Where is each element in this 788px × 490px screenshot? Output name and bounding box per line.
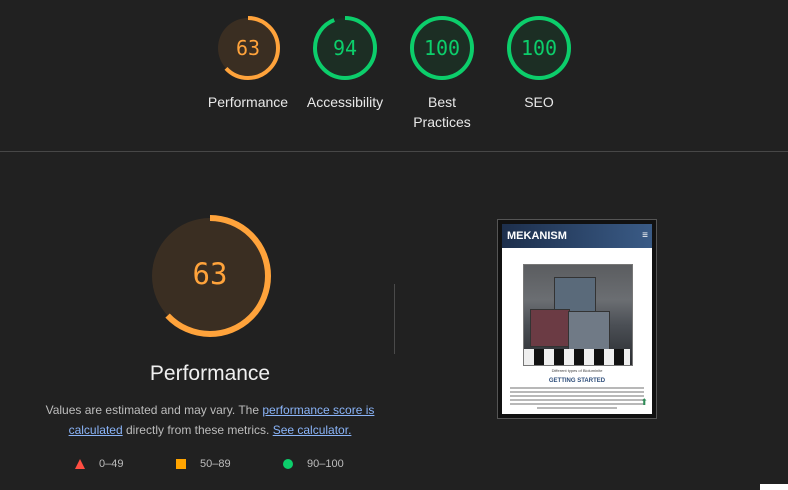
section-divider	[0, 151, 788, 152]
section-heading: GETTING STARTED	[548, 378, 606, 384]
performance-note: Values are estimated and may vary. The p…	[40, 400, 380, 440]
ore-block-icon	[530, 309, 570, 347]
see-calculator-link[interactable]: See calculator.	[273, 423, 352, 437]
note-text-middle: directly from these metrics.	[122, 423, 273, 437]
performance-title: Performance	[149, 362, 271, 385]
legend-pass: 90–100	[283, 458, 344, 470]
site-title: MEKANISM	[507, 230, 567, 242]
gauge-label: Performance	[207, 94, 289, 110]
gauge-accessibility[interactable]: 94 Accessibility	[300, 14, 390, 112]
corner-overlay	[760, 484, 788, 490]
performance-score: 63	[192, 257, 228, 291]
gauge-best-practices[interactable]: 100 Best Practices	[397, 14, 487, 132]
square-icon	[176, 459, 186, 469]
gauge-score: 94	[332, 36, 358, 60]
circle-icon	[283, 459, 293, 469]
legend-range: 0–49	[99, 458, 124, 470]
triangle-icon	[75, 459, 85, 469]
ore-block-icon	[568, 311, 610, 353]
gauge-label: SEO	[524, 94, 554, 110]
hamburger-menu-icon: ≡	[642, 230, 648, 241]
screenshot-screen: MEKANISM ≡ Different types of Bioluminit…	[502, 224, 652, 414]
paragraph-lines	[510, 387, 644, 411]
checker-floor	[524, 349, 630, 365]
legend-range: 50–89	[200, 458, 231, 470]
site-header: MEKANISM ≡	[502, 224, 652, 248]
gauge-label: Accessibility	[306, 94, 384, 110]
category-gauges: 63 Performance 94 Accessibility 100 Best…	[0, 0, 788, 152]
gauge-label: Best Practices	[413, 94, 471, 130]
gauge-score: 100	[423, 36, 461, 60]
scroll-top-icon: ⬆	[640, 397, 648, 407]
content-image	[523, 264, 633, 366]
legend-range: 90–100	[307, 458, 344, 470]
gauge-score: 63	[235, 36, 261, 60]
legend-fail: 0–49	[75, 458, 123, 470]
gauge-performance[interactable]: 63 Performance	[203, 14, 293, 112]
gauge-seo[interactable]: 100 SEO	[494, 14, 584, 112]
note-text: Values are estimated and may vary. The	[45, 403, 263, 417]
gauge-score: 100	[520, 36, 558, 60]
legend-average: 50–89	[176, 458, 231, 470]
final-screenshot[interactable]: MEKANISM ≡ Different types of Bioluminit…	[497, 219, 657, 419]
image-caption: Different types of Bioluminite	[551, 368, 603, 373]
vertical-divider	[394, 284, 395, 354]
